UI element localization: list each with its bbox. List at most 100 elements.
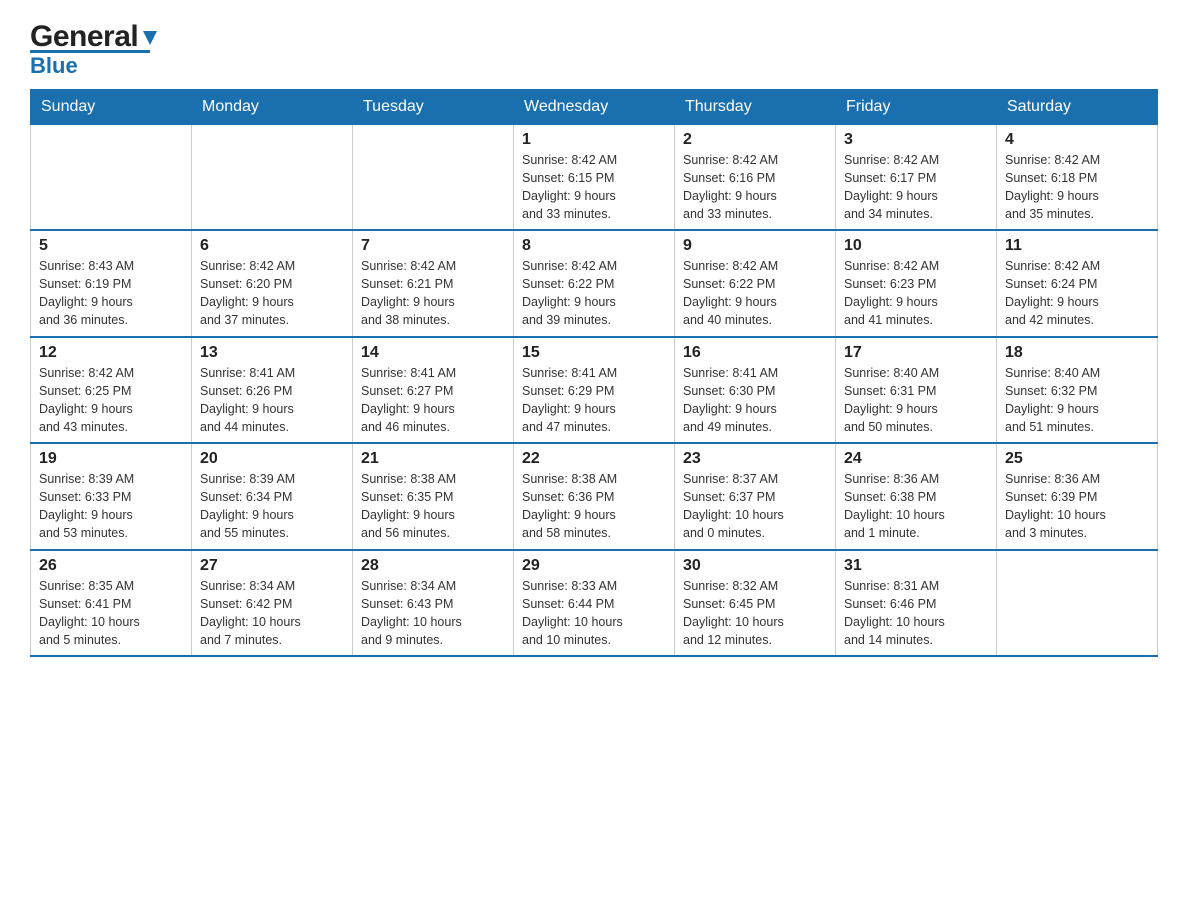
- calendar-day-14: 14 Sunrise: 8:41 AMSunset: 6:27 PMDayligh…: [353, 337, 514, 444]
- day-number: 9: [683, 237, 827, 255]
- day-info: Sunrise: 8:32 AMSunset: 6:45 PMDaylight:…: [683, 577, 827, 650]
- logo-triangle-icon: [139, 27, 161, 49]
- calendar-day-2: 2 Sunrise: 8:42 AMSunset: 6:16 PMDaylight…: [675, 124, 836, 230]
- calendar-empty-cell: [192, 124, 353, 230]
- day-info: Sunrise: 8:31 AMSunset: 6:46 PMDaylight:…: [844, 577, 988, 650]
- logo: General Blue: [30, 20, 161, 79]
- calendar-day-22: 22 Sunrise: 8:38 AMSunset: 6:36 PMDayligh…: [514, 443, 675, 550]
- calendar-body: 1 Sunrise: 8:42 AMSunset: 6:15 PMDaylight…: [31, 124, 1158, 656]
- day-info: Sunrise: 8:42 AMSunset: 6:23 PMDaylight:…: [844, 257, 988, 330]
- day-number: 29: [522, 557, 666, 575]
- day-info: Sunrise: 8:42 AMSunset: 6:22 PMDaylight:…: [683, 257, 827, 330]
- day-info: Sunrise: 8:35 AMSunset: 6:41 PMDaylight:…: [39, 577, 183, 650]
- day-info: Sunrise: 8:42 AMSunset: 6:15 PMDaylight:…: [522, 151, 666, 224]
- day-number: 11: [1005, 237, 1149, 255]
- calendar-week-row: 26 Sunrise: 8:35 AMSunset: 6:41 PMDayligh…: [31, 550, 1158, 657]
- day-info: Sunrise: 8:33 AMSunset: 6:44 PMDaylight:…: [522, 577, 666, 650]
- day-number: 14: [361, 344, 505, 362]
- calendar-day-9: 9 Sunrise: 8:42 AMSunset: 6:22 PMDaylight…: [675, 230, 836, 337]
- calendar-day-29: 29 Sunrise: 8:33 AMSunset: 6:44 PMDayligh…: [514, 550, 675, 657]
- logo-general-text: General: [30, 20, 138, 54]
- day-info: Sunrise: 8:39 AMSunset: 6:34 PMDaylight:…: [200, 470, 344, 543]
- day-info: Sunrise: 8:41 AMSunset: 6:30 PMDaylight:…: [683, 364, 827, 437]
- calendar-empty-cell: [353, 124, 514, 230]
- calendar-day-26: 26 Sunrise: 8:35 AMSunset: 6:41 PMDayligh…: [31, 550, 192, 657]
- calendar-day-7: 7 Sunrise: 8:42 AMSunset: 6:21 PMDaylight…: [353, 230, 514, 337]
- calendar-day-21: 21 Sunrise: 8:38 AMSunset: 6:35 PMDayligh…: [353, 443, 514, 550]
- day-number: 25: [1005, 450, 1149, 468]
- day-number: 12: [39, 344, 183, 362]
- day-number: 28: [361, 557, 505, 575]
- calendar-day-5: 5 Sunrise: 8:43 AMSunset: 6:19 PMDaylight…: [31, 230, 192, 337]
- weekday-header-thursday: Thursday: [675, 89, 836, 124]
- calendar-day-12: 12Sunrise: 8:42 AMSunset: 6:25 PMDayligh…: [31, 337, 192, 444]
- day-info: Sunrise: 8:40 AMSunset: 6:31 PMDaylight:…: [844, 364, 988, 437]
- calendar-day-4: 4 Sunrise: 8:42 AMSunset: 6:18 PMDaylight…: [997, 124, 1158, 230]
- calendar-day-19: 19Sunrise: 8:39 AMSunset: 6:33 PMDayligh…: [31, 443, 192, 550]
- calendar-week-row: 1 Sunrise: 8:42 AMSunset: 6:15 PMDaylight…: [31, 124, 1158, 230]
- day-number: 4: [1005, 131, 1149, 149]
- day-info: Sunrise: 8:34 AMSunset: 6:42 PMDaylight:…: [200, 577, 344, 650]
- day-number: 17: [844, 344, 988, 362]
- weekday-header-wednesday: Wednesday: [514, 89, 675, 124]
- day-info: Sunrise: 8:40 AMSunset: 6:32 PMDaylight:…: [1005, 364, 1149, 437]
- calendar-day-3: 3Sunrise: 8:42 AMSunset: 6:17 PMDaylight…: [836, 124, 997, 230]
- weekday-header-row: SundayMondayTuesdayWednesdayThursdayFrid…: [31, 89, 1158, 124]
- day-info: Sunrise: 8:42 AMSunset: 6:20 PMDaylight:…: [200, 257, 344, 330]
- day-info: Sunrise: 8:41 AMSunset: 6:29 PMDaylight:…: [522, 364, 666, 437]
- day-info: Sunrise: 8:39 AMSunset: 6:33 PMDaylight:…: [39, 470, 183, 543]
- day-info: Sunrise: 8:38 AMSunset: 6:36 PMDaylight:…: [522, 470, 666, 543]
- calendar-empty-cell: [997, 550, 1158, 657]
- day-number: 16: [683, 344, 827, 362]
- calendar-week-row: 5 Sunrise: 8:43 AMSunset: 6:19 PMDaylight…: [31, 230, 1158, 337]
- day-number: 22: [522, 450, 666, 468]
- calendar-header: SundayMondayTuesdayWednesdayThursdayFrid…: [31, 89, 1158, 124]
- day-info: Sunrise: 8:43 AMSunset: 6:19 PMDaylight:…: [39, 257, 183, 330]
- day-info: Sunrise: 8:41 AMSunset: 6:26 PMDaylight:…: [200, 364, 344, 437]
- calendar-day-23: 23 Sunrise: 8:37 AMSunset: 6:37 PMDayligh…: [675, 443, 836, 550]
- day-number: 24: [844, 450, 988, 468]
- day-number: 30: [683, 557, 827, 575]
- day-info: Sunrise: 8:37 AMSunset: 6:37 PMDaylight:…: [683, 470, 827, 543]
- day-number: 27: [200, 557, 344, 575]
- day-number: 2: [683, 131, 827, 149]
- day-number: 23: [683, 450, 827, 468]
- day-info: Sunrise: 8:36 AMSunset: 6:39 PMDaylight:…: [1005, 470, 1149, 543]
- calendar-day-31: 31Sunrise: 8:31 AMSunset: 6:46 PMDayligh…: [836, 550, 997, 657]
- day-info: Sunrise: 8:38 AMSunset: 6:35 PMDaylight:…: [361, 470, 505, 543]
- day-info: Sunrise: 8:42 AMSunset: 6:16 PMDaylight:…: [683, 151, 827, 224]
- calendar-day-27: 27 Sunrise: 8:34 AMSunset: 6:42 PMDayligh…: [192, 550, 353, 657]
- calendar-day-10: 10 Sunrise: 8:42 AMSunset: 6:23 PMDayligh…: [836, 230, 997, 337]
- day-info: Sunrise: 8:42 AMSunset: 6:21 PMDaylight:…: [361, 257, 505, 330]
- day-info: Sunrise: 8:42 AMSunset: 6:22 PMDaylight:…: [522, 257, 666, 330]
- day-number: 20: [200, 450, 344, 468]
- day-number: 8: [522, 237, 666, 255]
- calendar-week-row: 19Sunrise: 8:39 AMSunset: 6:33 PMDayligh…: [31, 443, 1158, 550]
- calendar-day-13: 13Sunrise: 8:41 AMSunset: 6:26 PMDayligh…: [192, 337, 353, 444]
- calendar-day-17: 17 Sunrise: 8:40 AMSunset: 6:31 PMDayligh…: [836, 337, 997, 444]
- day-number: 7: [361, 237, 505, 255]
- day-number: 3: [844, 131, 988, 149]
- calendar-day-24: 24Sunrise: 8:36 AMSunset: 6:38 PMDayligh…: [836, 443, 997, 550]
- calendar-day-18: 18 Sunrise: 8:40 AMSunset: 6:32 PMDayligh…: [997, 337, 1158, 444]
- day-number: 1: [522, 131, 666, 149]
- day-info: Sunrise: 8:41 AMSunset: 6:27 PMDaylight:…: [361, 364, 505, 437]
- calendar-week-row: 12Sunrise: 8:42 AMSunset: 6:25 PMDayligh…: [31, 337, 1158, 444]
- day-number: 21: [361, 450, 505, 468]
- calendar-day-1: 1 Sunrise: 8:42 AMSunset: 6:15 PMDaylight…: [514, 124, 675, 230]
- day-info: Sunrise: 8:34 AMSunset: 6:43 PMDaylight:…: [361, 577, 505, 650]
- logo-blue-text: Blue: [30, 53, 78, 79]
- calendar-day-15: 15 Sunrise: 8:41 AMSunset: 6:29 PMDayligh…: [514, 337, 675, 444]
- day-info: Sunrise: 8:42 AMSunset: 6:18 PMDaylight:…: [1005, 151, 1149, 224]
- day-number: 15: [522, 344, 666, 362]
- weekday-header-tuesday: Tuesday: [353, 89, 514, 124]
- day-number: 18: [1005, 344, 1149, 362]
- weekday-header-monday: Monday: [192, 89, 353, 124]
- day-number: 26: [39, 557, 183, 575]
- calendar-empty-cell: [31, 124, 192, 230]
- calendar-day-30: 30 Sunrise: 8:32 AMSunset: 6:45 PMDayligh…: [675, 550, 836, 657]
- calendar-table: SundayMondayTuesdayWednesdayThursdayFrid…: [30, 89, 1158, 658]
- day-number: 6: [200, 237, 344, 255]
- day-number: 5: [39, 237, 183, 255]
- day-number: 10: [844, 237, 988, 255]
